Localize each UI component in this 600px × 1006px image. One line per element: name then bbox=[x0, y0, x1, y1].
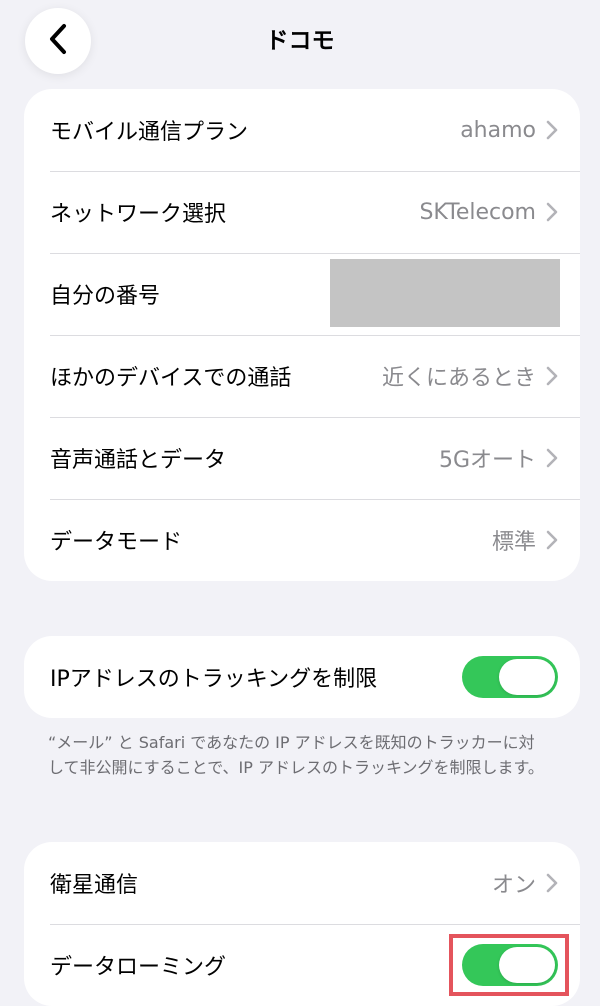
row-label: データローミング bbox=[50, 955, 227, 980]
row-label: ネットワーク選択 bbox=[50, 202, 227, 227]
row-label: 音声通話とデータ bbox=[50, 448, 227, 473]
calls-on-other-devices-row[interactable]: ほかのデバイスでの通話 近くにあるとき bbox=[24, 335, 580, 417]
page-title: ドコモ bbox=[265, 28, 335, 54]
satellite-row[interactable]: 衛星通信 オン bbox=[24, 842, 580, 924]
highlight-annotation bbox=[449, 934, 569, 996]
limit-ip-tracking-toggle[interactable] bbox=[462, 656, 558, 698]
network-selection-row[interactable]: ネットワーク選択 SKTelecom bbox=[24, 171, 580, 253]
row-label: 自分の番号 bbox=[50, 284, 161, 309]
row-label: IPアドレスのトラッキングを制限 bbox=[50, 667, 378, 692]
row-value: 近くにあるとき bbox=[381, 366, 536, 391]
voice-and-data-row[interactable]: 音声通話とデータ 5Gオート bbox=[24, 417, 580, 499]
chevron-right-icon bbox=[546, 366, 558, 386]
chevron-right-icon bbox=[546, 530, 558, 550]
row-label: 衛星通信 bbox=[50, 873, 139, 898]
row-value: ahamo bbox=[460, 117, 536, 143]
chevron-right-icon bbox=[546, 120, 558, 140]
row-label: ほかのデバイスでの通話 bbox=[50, 366, 292, 391]
row-label: データモード bbox=[50, 530, 183, 555]
redacted-phone-number bbox=[330, 259, 560, 327]
chevron-right-icon bbox=[546, 873, 558, 893]
chevron-right-icon bbox=[546, 448, 558, 468]
carrier-settings-group: モバイル通信プラン ahamo ネットワーク選択 SKTelecom 自分の番号… bbox=[24, 89, 580, 581]
row-value: 標準 bbox=[491, 530, 536, 555]
row-label: モバイル通信プラン bbox=[50, 120, 249, 145]
row-value: SKTelecom bbox=[419, 199, 536, 225]
mobile-plan-row[interactable]: モバイル通信プラン ahamo bbox=[24, 89, 580, 171]
privacy-group: IPアドレスのトラッキングを制限 bbox=[24, 636, 580, 718]
limit-ip-tracking-row: IPアドレスのトラッキングを制限 bbox=[24, 636, 580, 718]
toggle-knob bbox=[499, 659, 555, 695]
ip-tracking-footnote: “メール” と Safari であなたの IP アドレスを既知のトラッカーに対し… bbox=[48, 733, 544, 777]
row-value: オン bbox=[491, 873, 536, 898]
data-mode-row[interactable]: データモード 標準 bbox=[24, 499, 580, 581]
chevron-right-icon bbox=[546, 202, 558, 222]
my-number-row[interactable]: 自分の番号 bbox=[24, 253, 580, 335]
row-value: 5Gオート bbox=[438, 448, 536, 473]
